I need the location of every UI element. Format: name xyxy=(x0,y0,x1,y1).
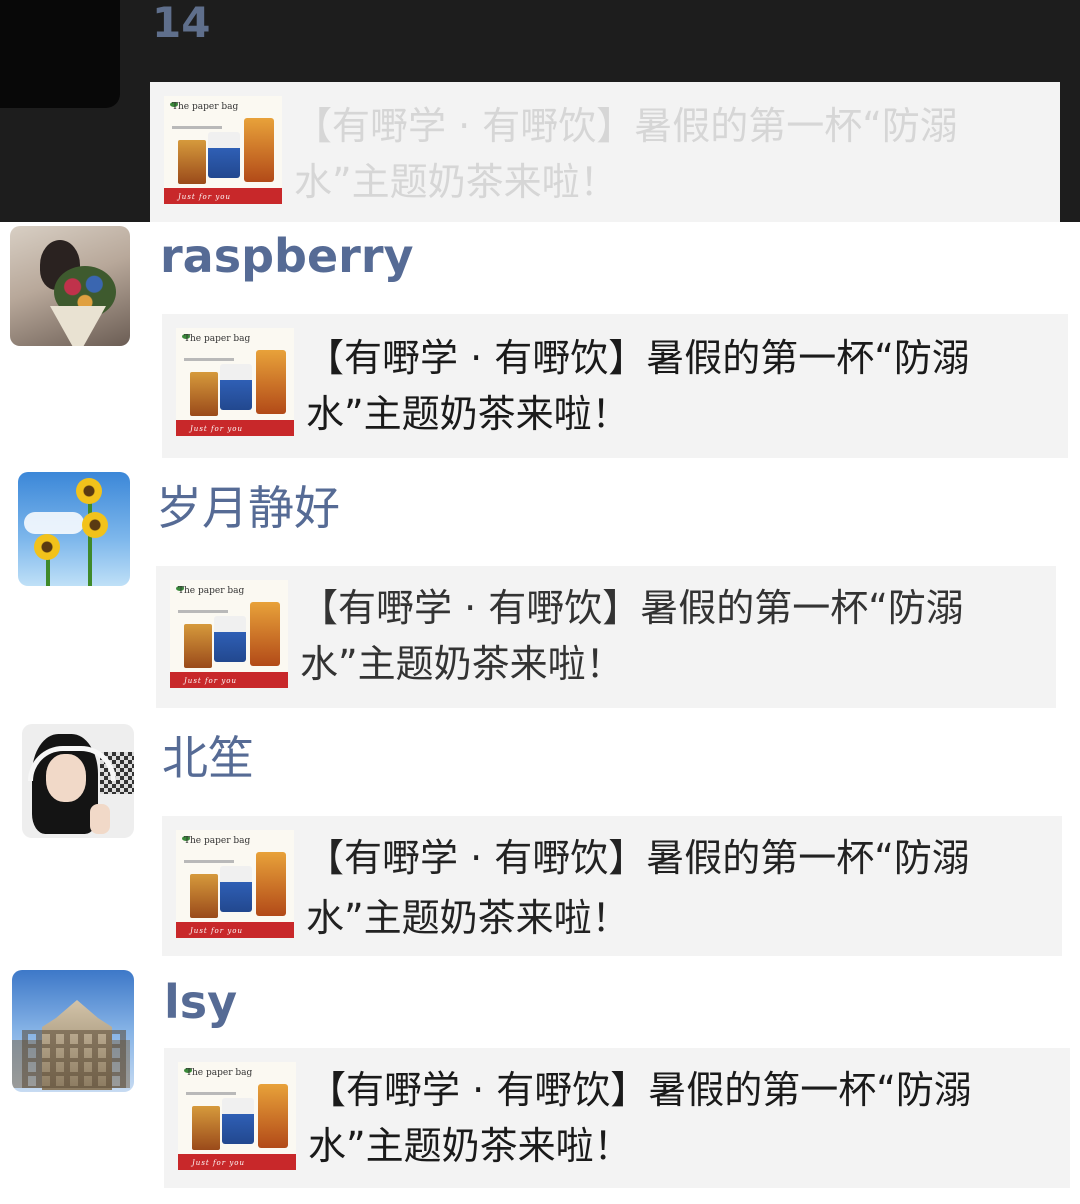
link-thumbnail: The paper bag Just for you xyxy=(164,96,282,204)
thumbnail-rule xyxy=(178,610,228,613)
thumbnail-title: The paper bag xyxy=(172,102,239,112)
avatar[interactable] xyxy=(18,472,130,586)
sunflower-icon xyxy=(76,478,102,504)
cloud xyxy=(24,512,84,534)
thumbnail-rule xyxy=(186,1092,236,1095)
thumbnail-band-text: Just for you xyxy=(178,193,231,201)
milk-tea-cup-icon xyxy=(244,118,274,182)
milk-tea-cup-icon xyxy=(222,1098,254,1144)
link-card-title: 【有嘢学 · 有嘢饮】暑假的第一杯“防溺水”主题奶茶来啦！ xyxy=(306,836,970,940)
link-card[interactable]: The paper bag Just for you 【有嘢学 · 有嘢饮】暑假… xyxy=(150,82,1060,222)
sender-name[interactable]: lsy xyxy=(164,974,237,1030)
link-card[interactable]: The paper bag Just for you 【有嘢学 · 有嘢饮】暑假… xyxy=(156,566,1056,708)
thumbnail-band-text: Just for you xyxy=(184,677,237,685)
thumbnail-title: The paper bag xyxy=(178,586,245,596)
link-card-title: 【有嘢学 · 有嘢饮】暑假的第一杯“防溺水”主题奶茶来啦！ xyxy=(306,336,970,436)
avatar[interactable] xyxy=(12,970,134,1092)
bouquet-wrap xyxy=(50,306,106,346)
link-card-title: 【有嘢学 · 有嘢饮】暑假的第一杯“防溺水”主题奶茶来啦！ xyxy=(294,104,958,204)
avatar-hand xyxy=(90,804,110,834)
milk-tea-cup-icon xyxy=(256,350,286,414)
milk-tea-cup-icon xyxy=(258,1084,288,1148)
thumbnail-title: The paper bag xyxy=(184,836,251,846)
link-card-title: 【有嘢学 · 有嘢饮】暑假的第一杯“防溺水”主题奶茶来啦！ xyxy=(308,1068,972,1168)
milk-tea-cup-icon xyxy=(208,132,240,178)
thumbnail-rule xyxy=(184,860,234,863)
sender-name[interactable]: 北笙 xyxy=(162,730,254,786)
avatar[interactable] xyxy=(22,724,134,838)
thumbnail-band-text: Just for you xyxy=(192,1159,245,1167)
building-windows xyxy=(22,1030,126,1088)
link-card[interactable]: The paper bag Just for you 【有嘢学 · 有嘢饮】暑假… xyxy=(162,314,1068,458)
milk-tea-cup-icon xyxy=(184,624,212,668)
thumbnail-title: The paper bag xyxy=(186,1068,253,1078)
link-card[interactable]: The paper bag Just for you 【有嘢学 · 有嘢饮】暑假… xyxy=(164,1048,1070,1188)
link-thumbnail: The paper bag Just for you xyxy=(176,328,294,436)
milk-tea-cup-icon xyxy=(220,364,252,410)
milk-tea-cup-icon xyxy=(256,852,286,916)
milk-tea-cup-icon xyxy=(250,602,280,666)
milk-tea-cup-icon xyxy=(178,140,206,184)
milk-tea-cup-icon xyxy=(190,874,218,918)
sender-name[interactable]: 岁月静好 xyxy=(156,480,340,536)
dark-message-row: 14 The paper bag Just for you 【有嘢学 · 有嘢饮… xyxy=(0,0,1080,222)
milk-tea-cup-icon xyxy=(220,866,252,912)
avatar[interactable] xyxy=(10,226,130,346)
link-thumbnail: The paper bag Just for you xyxy=(176,830,294,938)
link-card-title: 【有嘢学 · 有嘢饮】暑假的第一杯“防溺水”主题奶茶来啦！ xyxy=(300,586,964,686)
thumbnail-band-text: Just for you xyxy=(190,425,243,433)
sender-name[interactable]: 14 xyxy=(152,0,210,47)
link-card[interactable]: The paper bag Just for you 【有嘢学 · 有嘢饮】暑假… xyxy=(162,816,1062,956)
link-thumbnail: The paper bag Just for you xyxy=(178,1062,296,1170)
milk-tea-cup-icon xyxy=(214,616,246,662)
thumbnail-title: The paper bag xyxy=(184,334,251,344)
sunflower-icon xyxy=(82,512,108,538)
thumbnail-band-text: Just for you xyxy=(190,927,243,935)
sender-name[interactable]: raspberry xyxy=(160,228,414,284)
sunflower-icon xyxy=(34,534,60,560)
milk-tea-cup-icon xyxy=(192,1106,220,1150)
avatar[interactable] xyxy=(0,0,120,108)
milk-tea-cup-icon xyxy=(190,372,218,416)
thumbnail-rule xyxy=(172,126,222,129)
thumbnail-rule xyxy=(184,358,234,361)
link-thumbnail: The paper bag Just for you xyxy=(170,580,288,688)
